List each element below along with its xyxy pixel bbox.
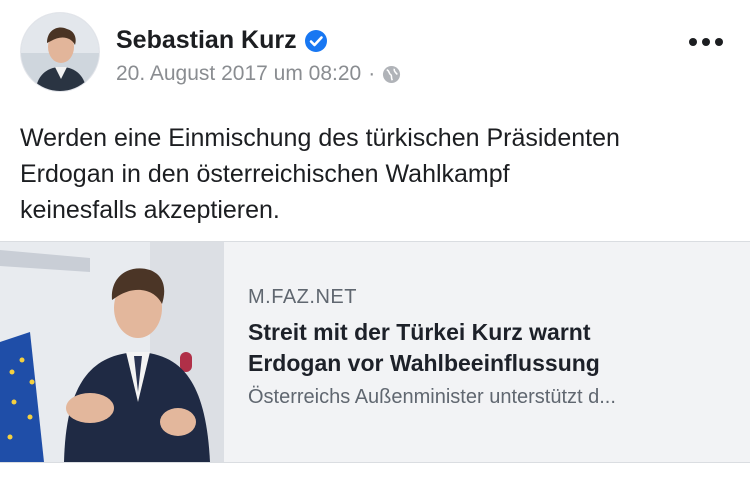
link-preview-card[interactable]: M.FAZ.NET Streit mit der Türkei Kurz war… [0,241,750,463]
link-title-line: Erdogan vor Wahlbeeinflussung [248,350,600,376]
link-preview-image[interactable] [0,242,224,462]
post-text-line: keinesfalls akzeptieren. [20,196,280,224]
meta-separator: · [368,62,376,85]
author-name[interactable]: Sebastian Kurz [116,26,327,55]
globe-icon[interactable] [382,65,401,84]
post-header: Sebastian Kurz 20. August 2017 um 08:20 … [20,12,732,92]
post-timestamp[interactable]: 20. August 2017 um 08:20 [116,62,361,86]
post-meta: 20. August 2017 um 08:20 · [116,62,401,86]
author-avatar[interactable] [20,12,100,92]
post-text-line: Erdogan in den österreichischen Wahlkamp… [20,160,510,188]
link-title-line: Streit mit der Türkei Kurz warnt [248,319,591,345]
link-description: Österreichs Außenminister unterstützt d.… [248,386,616,408]
link-domain: M.FAZ.NET [248,286,357,308]
more-options-icon[interactable] [688,36,724,48]
author-name-text[interactable]: Sebastian Kurz [116,26,297,55]
link-title[interactable]: Streit mit der Türkei Kurz warnt Erdogan… [248,317,728,379]
post-text-line: Werden eine Einmischung des türkischen P… [20,124,620,152]
post-text: Werden eine Einmischung des türkischen P… [20,120,730,228]
verified-badge-icon [304,29,327,52]
link-preview-body: M.FAZ.NET Streit mit der Türkei Kurz war… [248,286,728,411]
